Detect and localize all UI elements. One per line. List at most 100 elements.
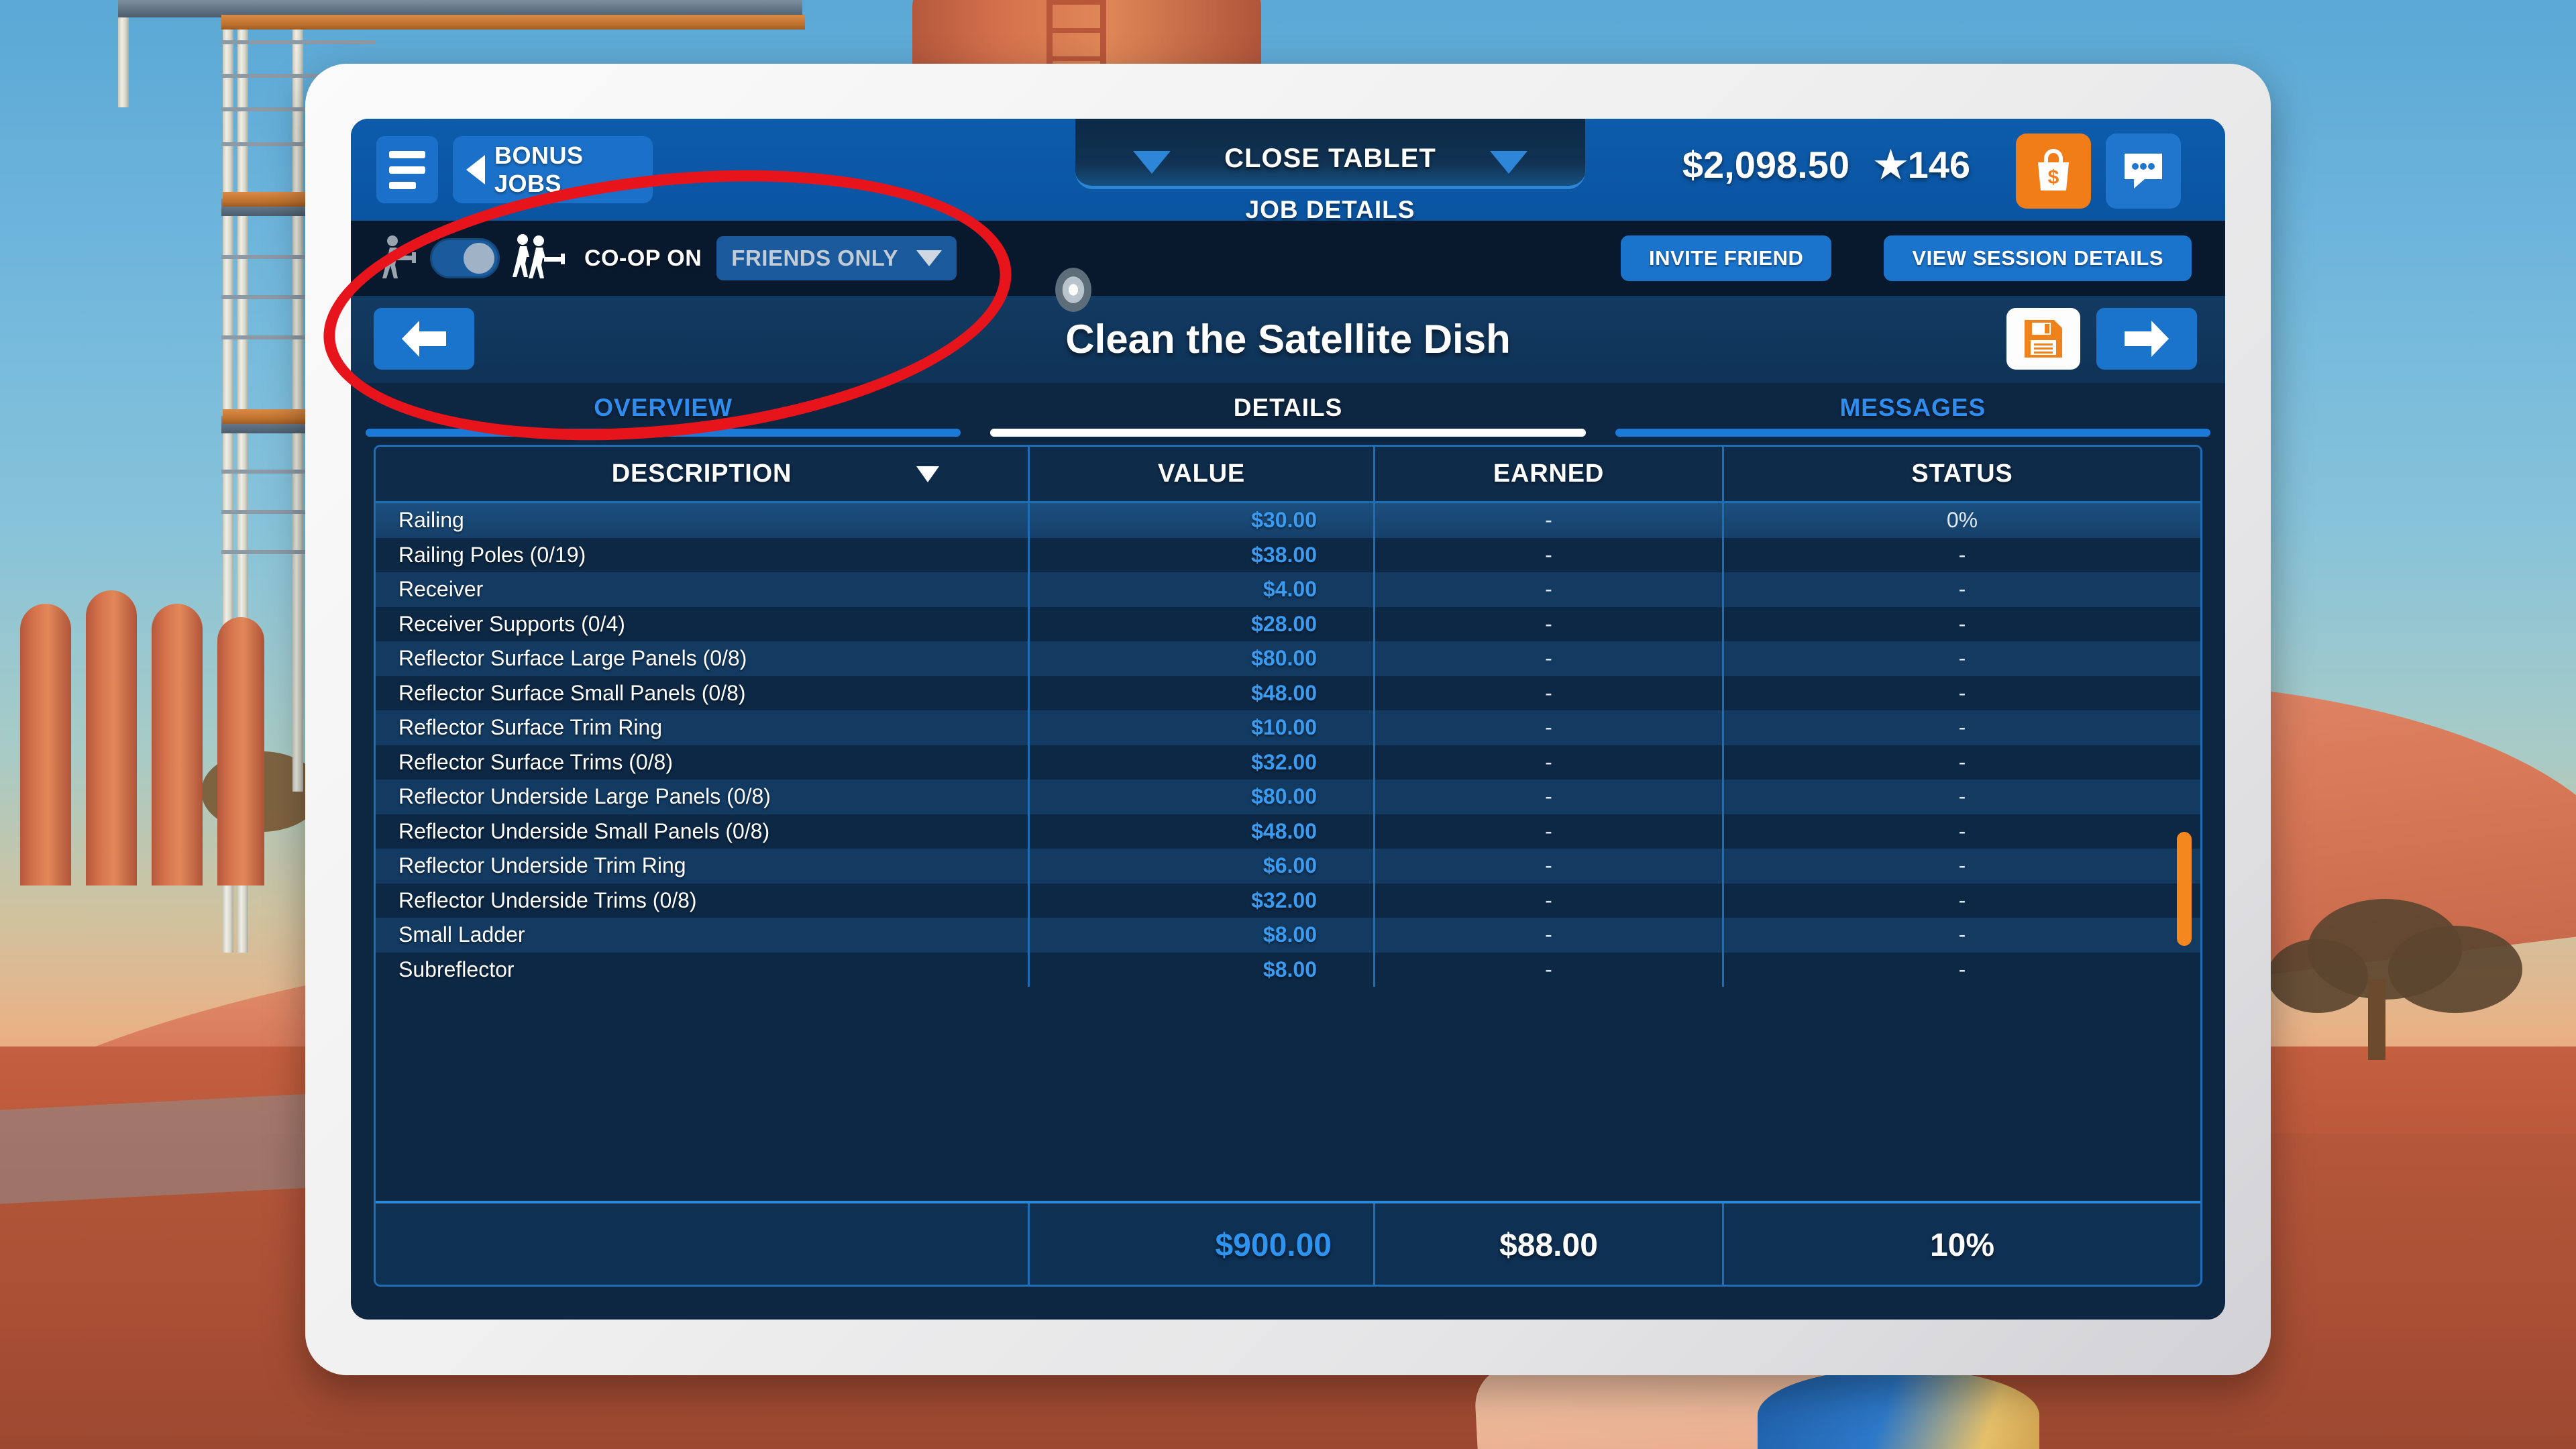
table-row[interactable]: Subreflector $8.00- - xyxy=(376,952,2200,987)
bonus-jobs-button[interactable]: BONUS JOBS xyxy=(453,136,653,203)
cell-earned: - xyxy=(1375,883,1724,918)
cell-description: Subreflector xyxy=(376,952,1030,987)
tab-indicator xyxy=(366,429,961,437)
two-players-icon xyxy=(513,234,565,278)
cell-status: - xyxy=(1958,611,1966,636)
tablet-screen: BONUS JOBS CLOSE TABLET JOB DETAILS $2,0… xyxy=(351,119,2225,1320)
tab-details[interactable]: DETAILS xyxy=(975,383,1600,437)
circle-cursor-icon xyxy=(1055,268,1091,312)
cell-status: - xyxy=(1958,818,1966,843)
cell-description: Receiver xyxy=(376,572,1030,607)
cell-description: Receiver Supports (0/4) xyxy=(376,606,1030,641)
next-job-button[interactable] xyxy=(2096,308,2197,370)
view-session-details-label: VIEW SESSION DETAILS xyxy=(1912,246,2163,270)
menu-line xyxy=(389,150,425,158)
cell-description: Railing Poles (0/19) xyxy=(376,537,1030,572)
money-balance: $2,098.50 xyxy=(1682,144,1849,186)
table-totals-row: $900.00 $88.00 10% xyxy=(376,1201,2200,1285)
industrial-pillar xyxy=(86,590,137,885)
close-tablet-button[interactable]: CLOSE TABLET xyxy=(1075,119,1585,189)
star-count: ★146 xyxy=(1874,144,1970,186)
column-header-description[interactable]: DESCRIPTION xyxy=(376,447,1030,501)
cell-value: $80.00 xyxy=(1030,641,1375,676)
totals-description xyxy=(376,1203,1030,1285)
cell-status: - xyxy=(1958,784,1966,809)
cell-status: - xyxy=(1958,577,1966,602)
save-job-button[interactable] xyxy=(2006,308,2080,370)
invite-friend-label: INVITE FRIEND xyxy=(1649,246,1804,270)
cell-value: $8.00 xyxy=(1030,952,1375,987)
table-row[interactable]: Reflector Surface Large Panels (0/8) $80.… xyxy=(376,641,2200,676)
table-row[interactable]: Reflector Surface Small Panels (0/8) $48.… xyxy=(376,676,2200,710)
invite-friend-button[interactable]: INVITE FRIEND xyxy=(1621,235,1832,281)
table-row[interactable]: Small Ladder $8.00- - xyxy=(376,918,2200,953)
triangle-left-icon xyxy=(466,155,485,184)
column-header-earned-label: EARNED xyxy=(1493,460,1605,488)
coop-visibility-select[interactable]: FRIENDS ONLY xyxy=(716,236,957,280)
cell-description: Reflector Surface Trim Ring xyxy=(376,710,1030,745)
column-header-status[interactable]: STATUS xyxy=(1724,447,2200,501)
tab-bar: OVERVIEW DETAILS MESSAGES xyxy=(351,383,2225,437)
svg-text:$: $ xyxy=(2048,166,2059,189)
industrial-pillar xyxy=(152,604,203,885)
cell-earned: - xyxy=(1375,745,1724,780)
table-row[interactable]: Railing $30.00- 0% xyxy=(376,503,2200,538)
cell-earned: - xyxy=(1375,814,1724,849)
cell-value: $30.00 xyxy=(1030,503,1375,538)
cell-status: - xyxy=(1958,922,1966,947)
coop-status-label: CO-OP ON xyxy=(584,245,702,271)
table-row[interactable]: Reflector Surface Trim Ring $10.00- - xyxy=(376,710,2200,745)
coop-toggle[interactable] xyxy=(430,238,500,278)
cell-earned: - xyxy=(1375,918,1724,953)
table-row[interactable]: Receiver Supports (0/4) $28.00- - xyxy=(376,606,2200,641)
cell-earned: - xyxy=(1375,572,1724,607)
cell-description: Reflector Surface Trims (0/8) xyxy=(376,745,1030,780)
cell-value: $28.00 xyxy=(1030,606,1375,641)
table-row[interactable]: Reflector Underside Trim Ring $6.00- - xyxy=(376,849,2200,883)
table-row[interactable]: Receiver $4.00- - xyxy=(376,572,2200,607)
tab-messages[interactable]: MESSAGES xyxy=(1601,383,2225,437)
tab-indicator xyxy=(990,429,1586,437)
floppy-disk-save-icon xyxy=(2025,320,2062,358)
menu-line xyxy=(389,181,416,189)
scrollbar-thumb[interactable] xyxy=(2177,832,2192,946)
ladder-rung xyxy=(1046,0,1106,5)
cell-value: $48.00 xyxy=(1030,814,1375,849)
view-session-details-button[interactable]: VIEW SESSION DETAILS xyxy=(1884,235,2192,281)
scaffold-plank xyxy=(221,15,805,30)
column-header-earned[interactable]: EARNED xyxy=(1375,447,1724,501)
triangle-down-icon xyxy=(1489,151,1527,174)
tab-indicator xyxy=(1615,429,2210,437)
bonus-jobs-label: BONUS JOBS xyxy=(494,142,584,197)
table-row[interactable]: Reflector Underside Large Panels (0/8) $8… xyxy=(376,780,2200,814)
sort-descending-caret-icon[interactable] xyxy=(916,466,939,482)
cell-earned: - xyxy=(1375,952,1724,987)
cell-description: Reflector Underside Trim Ring xyxy=(376,849,1030,883)
app-header: BONUS JOBS CLOSE TABLET JOB DETAILS $2,0… xyxy=(351,119,2225,223)
shop-button[interactable]: $ xyxy=(2016,133,2091,209)
close-tablet-label: CLOSE TABLET xyxy=(1224,144,1436,173)
table-row[interactable]: Reflector Underside Trims (0/8) $32.00- - xyxy=(376,883,2200,918)
coop-actions: INVITE FRIEND VIEW SESSION DETAILS xyxy=(1621,235,2225,281)
column-header-value-label: VALUE xyxy=(1158,460,1245,488)
table-row[interactable]: Reflector Surface Trims (0/8) $32.00- - xyxy=(376,745,2200,780)
hamburger-menu-icon[interactable] xyxy=(376,136,438,203)
cell-earned: - xyxy=(1375,503,1724,538)
cell-status: - xyxy=(1958,542,1966,567)
ladder-rung xyxy=(1046,28,1106,33)
cell-status: - xyxy=(1958,888,1966,912)
cell-status: 0% xyxy=(1946,508,1978,533)
column-header-value[interactable]: VALUE xyxy=(1030,447,1375,501)
chat-button[interactable] xyxy=(2106,133,2181,209)
desert-bush xyxy=(2388,926,2522,1013)
cell-status: - xyxy=(1958,646,1966,671)
table-scrollbar[interactable] xyxy=(2174,447,2194,1285)
tablet-device: BONUS JOBS CLOSE TABLET JOB DETAILS $2,0… xyxy=(305,64,2271,1375)
cell-description: Railing xyxy=(376,503,1030,538)
tree-trunk xyxy=(2368,979,2385,1060)
cell-description: Reflector Underside Large Panels (0/8) xyxy=(376,780,1030,814)
table-row[interactable]: Reflector Underside Small Panels (0/8) $4… xyxy=(376,814,2200,849)
cell-description: Small Ladder xyxy=(376,918,1030,953)
table-row[interactable]: Railing Poles (0/19) $38.00- - xyxy=(376,537,2200,572)
tab-overview[interactable]: OVERVIEW xyxy=(351,383,975,437)
